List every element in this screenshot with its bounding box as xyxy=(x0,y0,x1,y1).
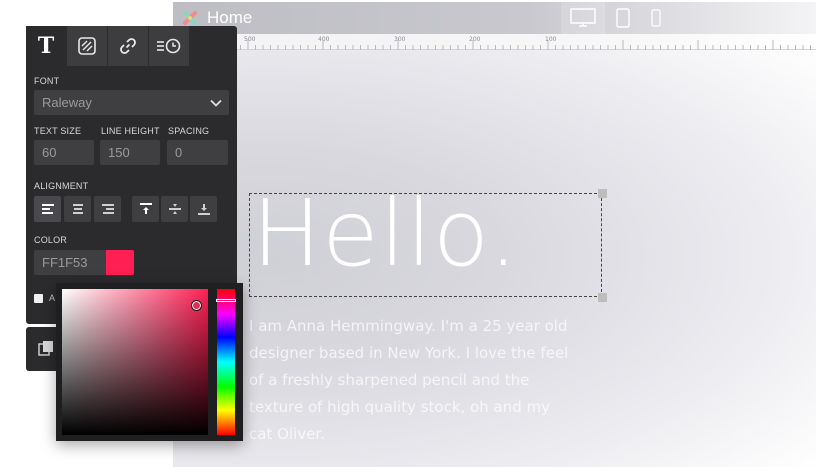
spacing-input[interactable]: 0 xyxy=(167,140,228,165)
align-top-icon xyxy=(139,203,152,214)
text-size-input[interactable]: 60 xyxy=(34,140,94,165)
line-height-label: LINE HEIGHT xyxy=(101,126,160,136)
option-checkbox[interactable] xyxy=(34,294,43,303)
text-size-label: TEXT SIZE xyxy=(34,126,82,136)
ruler-label: 100 xyxy=(545,36,557,43)
align-right-icon xyxy=(101,204,114,214)
align-middle-button[interactable] xyxy=(161,196,188,222)
background-pattern-icon xyxy=(78,37,96,55)
tab-link[interactable] xyxy=(108,26,148,66)
align-right-button[interactable] xyxy=(94,196,121,222)
align-center-icon xyxy=(72,204,83,214)
canvas-area[interactable]: Home 500 400 300 200 100 Hello. I am Ann… xyxy=(173,2,816,467)
align-center-button[interactable] xyxy=(64,196,91,222)
color-cursor[interactable] xyxy=(191,300,202,311)
line-height-input[interactable]: 150 xyxy=(100,140,160,165)
ruler-label: 200 xyxy=(469,36,481,43)
link-icon xyxy=(120,38,136,54)
tab-typography[interactable]: T xyxy=(26,26,66,66)
text-style-panel: T FONT Raleway TEXT SIZE LINE HEIGHT SPA… xyxy=(26,26,237,324)
ruler-label: 300 xyxy=(394,36,406,43)
tab-animation[interactable] xyxy=(149,26,189,66)
heading-text-block[interactable]: Hello. xyxy=(249,180,607,302)
align-left-button[interactable] xyxy=(34,196,61,222)
color-label: COLOR xyxy=(34,235,68,245)
font-select-value: Raleway xyxy=(42,95,92,110)
font-label: FONT xyxy=(34,76,60,86)
animation-icon xyxy=(157,38,181,54)
align-bottom-button[interactable] xyxy=(190,196,217,222)
spacing-label: SPACING xyxy=(168,126,210,136)
phone-view-button[interactable] xyxy=(643,2,669,34)
body-text-block[interactable]: I am Anna Hemmingway. I'm a 25 year old … xyxy=(249,313,569,448)
align-bottom-icon xyxy=(197,204,210,215)
saturation-brightness-area[interactable] xyxy=(62,289,208,435)
heading-text[interactable]: Hello. xyxy=(252,180,519,287)
font-select[interactable]: Raleway xyxy=(34,90,229,115)
ruler-label: 500 xyxy=(244,36,256,43)
ruler: 500 400 300 200 100 xyxy=(173,34,816,50)
align-top-button[interactable] xyxy=(132,196,159,222)
desktop-view-button[interactable] xyxy=(561,2,605,34)
resize-handle-bottom-right[interactable] xyxy=(598,293,607,302)
hue-slider[interactable] xyxy=(216,289,236,435)
align-middle-icon xyxy=(168,204,181,214)
typography-icon: T xyxy=(37,33,55,59)
ruler-label: 400 xyxy=(318,36,330,43)
tablet-icon xyxy=(616,8,630,28)
ruler-ticks xyxy=(173,40,811,50)
app-logo-icon xyxy=(182,10,198,26)
page-title[interactable]: Home xyxy=(207,8,252,28)
hue-slider-handle[interactable] xyxy=(216,299,236,302)
chevron-down-icon xyxy=(210,99,222,107)
align-left-icon xyxy=(41,204,54,214)
top-bar: Home xyxy=(173,2,816,34)
phone-icon xyxy=(651,9,661,27)
alignment-label: ALIGNMENT xyxy=(34,181,89,191)
resize-handle-top-right[interactable] xyxy=(598,189,607,198)
tab-background[interactable] xyxy=(67,26,107,66)
color-hex-input[interactable]: FF1F53 xyxy=(34,250,106,275)
color-swatch[interactable] xyxy=(106,250,134,275)
tablet-view-button[interactable] xyxy=(609,2,637,34)
duplicate-icon[interactable] xyxy=(38,340,54,356)
panel-tabs: T xyxy=(26,26,237,66)
desktop-icon xyxy=(570,8,596,27)
option-checkbox-label: A xyxy=(49,293,56,303)
color-picker-popover xyxy=(56,283,243,441)
